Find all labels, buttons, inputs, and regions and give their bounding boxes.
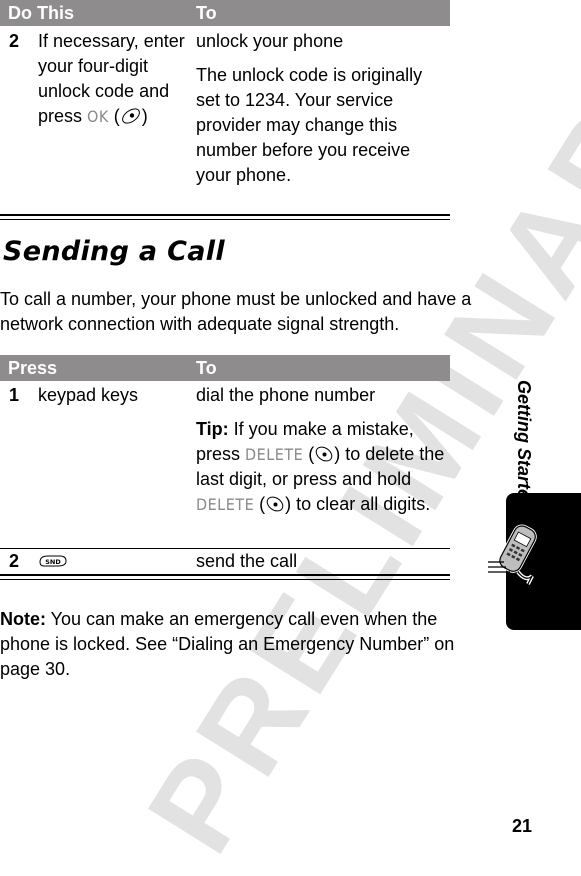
running-phone-icon [488, 524, 537, 585]
table2-header: Press To [0, 355, 450, 381]
step-action: keypad keys [38, 385, 139, 405]
delete-softkey-label: DELETE [245, 445, 304, 464]
tip-part: ( [254, 494, 266, 514]
table2-header-to: To [196, 358, 217, 378]
section-title: Sending a Call [3, 236, 225, 267]
step-result: send the call [196, 551, 298, 571]
section-intro: To call a number, your phone must be unl… [0, 289, 472, 334]
delete-softkey-label: DELETE [196, 495, 255, 514]
tip-text: Tip: If you make a mistake, press DELETE… [196, 417, 446, 517]
table2-bottom-rule [0, 574, 450, 580]
step-result: unlock your phone The unlock code is ori… [196, 29, 446, 197]
step-number: 1 [9, 385, 20, 405]
table1-header: Do This To [0, 0, 450, 26]
step-action: SND [38, 549, 188, 574]
note-text: You can make an emergency call even when… [0, 609, 455, 679]
note-label: Note: [0, 609, 46, 629]
unlock-code-info: The unlock code is originally set to 123… [196, 65, 423, 185]
svg-text:SND: SND [45, 558, 61, 566]
step-result: dial the phone number Tip: If you make a… [196, 383, 446, 526]
ok-softkey-label: OK [87, 107, 109, 126]
step-action: If necessary, enter your four-digit unlo… [38, 29, 188, 129]
table1-header-to: To [196, 3, 217, 23]
paren-close: ) [141, 106, 148, 126]
tip-label: Tip: [196, 419, 229, 439]
tip-part: ( [303, 444, 315, 464]
step-number: 2 [9, 551, 20, 571]
table1-header-do-this: Do This [8, 3, 74, 23]
table1-bottom-rule [0, 214, 450, 220]
send-key-icon: SND [39, 555, 67, 567]
chapter-label: Getting Started [514, 380, 534, 511]
right-softkey-icon [315, 446, 333, 462]
page-number: 21 [512, 816, 533, 836]
right-softkey-icon [266, 496, 284, 512]
paren-open: ( [108, 106, 120, 126]
table2-header-press: Press [8, 358, 58, 378]
note: Note: You can make an emergency call eve… [0, 607, 485, 682]
tip-part: ) to clear all digits. [285, 494, 431, 514]
result-text: dial the phone number [196, 385, 376, 405]
result-text: unlock your phone [196, 31, 344, 51]
center-select-key-icon [121, 108, 140, 124]
step-number: 2 [9, 31, 20, 51]
